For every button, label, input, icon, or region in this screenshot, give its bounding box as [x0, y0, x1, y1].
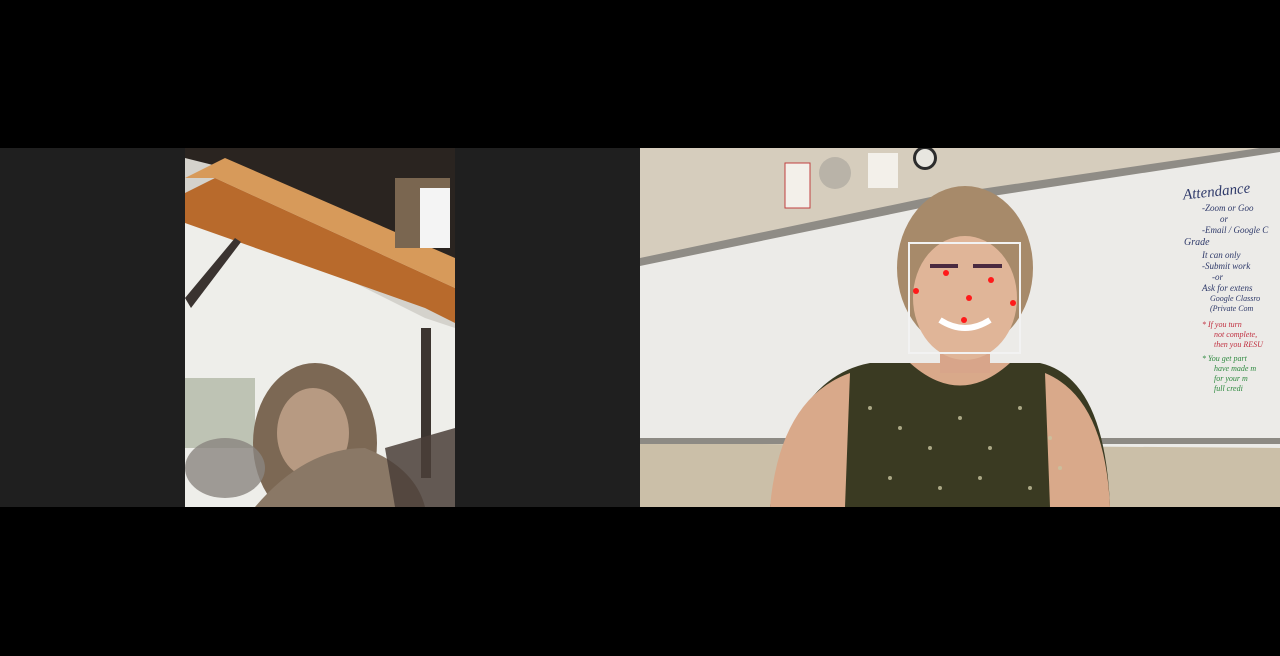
whiteboard-line: Ask for extens — [1202, 283, 1253, 293]
whiteboard-line: -or — [1212, 272, 1223, 282]
face-landmark-right-cheek — [1010, 300, 1016, 306]
whiteboard-line: (Private Com — [1210, 304, 1254, 313]
whiteboard-line-green: for your m — [1214, 374, 1248, 383]
whiteboard-line-red: then you RESU — [1214, 340, 1263, 349]
whiteboard-line-green: * You get part — [1202, 354, 1247, 363]
whiteboard-line: Google Classro — [1210, 294, 1261, 303]
video-frame-left — [185, 148, 455, 507]
face-landmark-left-cheek — [913, 288, 919, 294]
participant-video-left — [185, 148, 455, 507]
whiteboard-notes: -Zoom or Goo or -Email / Google C Grade … — [1184, 203, 1280, 394]
whiteboard-line: Grade — [1184, 237, 1210, 248]
whiteboard-line: or — [1220, 214, 1229, 224]
whiteboard-line-green: full credi — [1214, 384, 1243, 393]
face-landmark-nose — [966, 295, 972, 301]
whiteboard-line: -Zoom or Goo — [1202, 203, 1254, 213]
face-landmark-mouth — [961, 317, 967, 323]
whiteboard-line: -Submit work — [1202, 261, 1251, 271]
participant-tile-left[interactable] — [0, 148, 640, 507]
participant-tile-right[interactable]: Attendance -Zoom or Goo or -Email / Goog… — [640, 148, 1280, 507]
face-landmark-right-eye — [988, 277, 994, 283]
face-landmark-left-eye — [943, 270, 949, 276]
whiteboard-line-red: not complete, — [1214, 330, 1258, 339]
face-detection-box — [908, 242, 1021, 354]
whiteboard-line-red: * If you turn — [1202, 320, 1242, 329]
whiteboard-line-green: have made m — [1214, 364, 1257, 373]
whiteboard-line: -Email / Google C — [1202, 225, 1269, 235]
whiteboard-line: It can only — [1202, 250, 1241, 260]
